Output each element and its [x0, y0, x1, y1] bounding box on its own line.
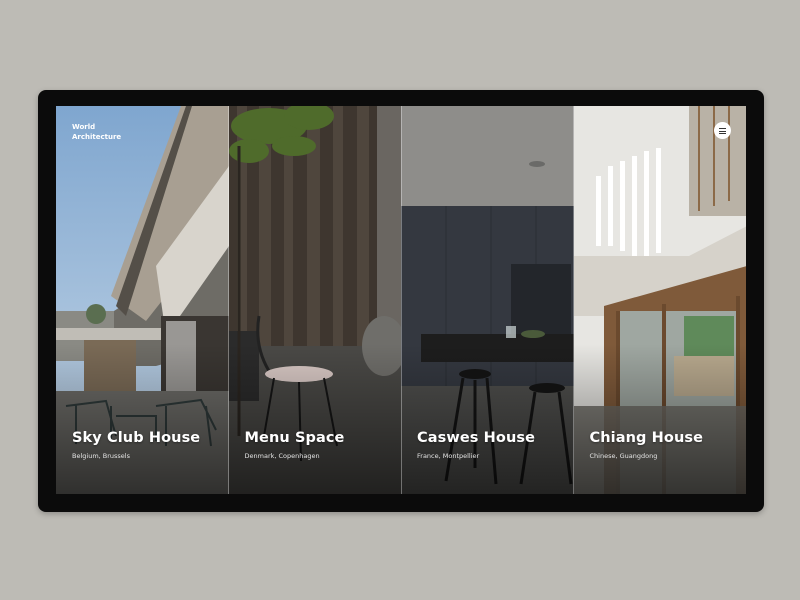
panel-shade [573, 344, 746, 494]
gallery-screen: Sky Club House Belgium, Brussels Menu Sp… [56, 106, 746, 494]
panel-location: Denmark, Copenhagen [244, 452, 320, 460]
panel-shade [401, 344, 574, 494]
panel-title: Chiang House [589, 430, 704, 446]
brand-logo[interactable]: World Architecture [72, 123, 121, 142]
panel-location: Chinese, Guangdong [589, 452, 658, 460]
panel-divider [573, 106, 574, 494]
panel-divider [228, 106, 229, 494]
panel-title: Menu Space [244, 430, 345, 446]
panel-shade [56, 344, 229, 494]
panel-menu-space[interactable]: Menu Space Denmark, Copenhagen [228, 106, 401, 494]
panel-title: Caswes House [417, 430, 536, 446]
brand-line-2: Architecture [72, 132, 122, 141]
panel-title: Sky Club House [72, 430, 201, 446]
panel-sky-club-house[interactable]: Sky Club House Belgium, Brussels [56, 106, 229, 494]
panel-location: Belgium, Brussels [72, 452, 130, 460]
hamburger-menu-icon[interactable] [714, 122, 731, 139]
panel-divider [401, 106, 402, 494]
panel-location: France, Montpellier [417, 452, 480, 460]
brand-line-1: World [72, 123, 96, 131]
panel-caswes-house[interactable]: Caswes House France, Montpellier [401, 106, 574, 494]
panel-shade [228, 344, 401, 494]
panel-chiang-house[interactable]: Chiang House Chinese, Guangdong [573, 106, 746, 494]
